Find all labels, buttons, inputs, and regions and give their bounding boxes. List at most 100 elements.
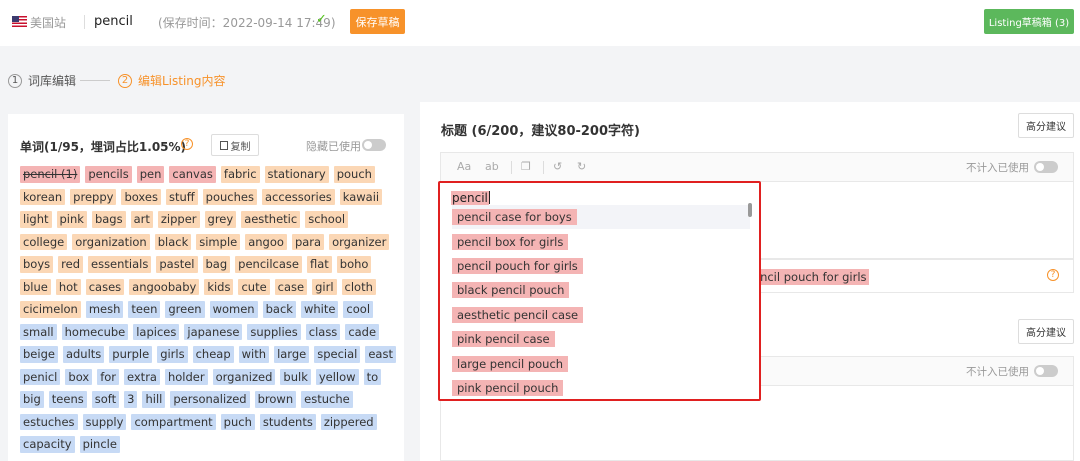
word-tag[interactable]: hill — [142, 391, 166, 408]
word-tag[interactable]: grey — [204, 211, 237, 228]
word-tag[interactable]: cade — [345, 323, 380, 340]
word-tag[interactable]: purple — [109, 346, 153, 363]
word-tag[interactable]: girls — [157, 346, 188, 363]
word-tag[interactable]: stuff — [165, 188, 198, 205]
word-tag[interactable]: supplies — [247, 323, 301, 340]
word-tag[interactable]: pink — [56, 211, 87, 228]
word-tag[interactable]: boho — [336, 256, 372, 273]
word-tag[interactable]: angoo — [245, 233, 287, 250]
word-tag[interactable]: hot — [55, 278, 81, 295]
word-tag[interactable]: beige — [20, 346, 58, 363]
word-tag[interactable]: japanese — [184, 323, 243, 340]
word-tag[interactable]: small — [20, 323, 57, 340]
word-tag[interactable]: compartment — [131, 413, 216, 430]
help-icon[interactable]: ? — [1047, 269, 1059, 281]
word-tag[interactable]: special — [314, 346, 361, 363]
word-tag[interactable]: cloth — [341, 278, 376, 295]
save-draft-button[interactable]: 保存草稿 — [350, 9, 405, 34]
word-tag[interactable]: homecube — [61, 323, 129, 340]
suggestion-item[interactable]: aesthetic pencil case — [452, 303, 750, 327]
word-tag[interactable]: large — [274, 346, 310, 363]
word-tag[interactable]: green — [165, 301, 205, 318]
word-tag[interactable]: fabric — [220, 166, 260, 183]
word-tag[interactable]: pen — [136, 166, 165, 183]
word-tag[interactable]: holder — [164, 368, 208, 385]
word-tag[interactable]: east — [365, 346, 396, 363]
word-tag[interactable]: bags — [91, 211, 126, 228]
uppercase-button[interactable]: Aa — [457, 160, 471, 173]
word-tag[interactable]: teens — [48, 391, 87, 408]
word-tag[interactable]: light — [20, 211, 52, 228]
word-tag[interactable]: aesthetic — [241, 211, 301, 228]
word-tag[interactable]: soft — [91, 391, 120, 408]
suggestion-item[interactable]: pencil pouch for girls — [452, 254, 750, 278]
word-tag[interactable]: pincle — [79, 436, 120, 453]
word-tag[interactable]: flat — [306, 256, 332, 273]
word-tag[interactable]: zippered — [320, 413, 377, 430]
word-tag[interactable]: kids — [204, 278, 234, 295]
marketplace-label[interactable]: 美国站 — [30, 14, 66, 31]
word-tag[interactable]: lapices — [133, 323, 180, 340]
word-tag[interactable]: adults — [62, 346, 105, 363]
suggestion-item[interactable]: pencil case for boys — [452, 205, 750, 230]
redo-icon[interactable]: ↻ — [577, 160, 586, 173]
suggestion-item[interactable]: pink pencil case — [452, 327, 750, 351]
word-tag[interactable]: canvas — [169, 166, 216, 183]
not-count-toggle[interactable] — [1034, 161, 1058, 173]
word-tag[interactable]: with — [238, 346, 270, 363]
copy-icon[interactable]: ❐ — [521, 160, 531, 173]
word-tag[interactable]: pencils — [85, 166, 132, 183]
word-tag[interactable]: box — [65, 368, 93, 385]
word-tag[interactable]: puch — [220, 413, 255, 430]
word-tag[interactable]: supply — [82, 413, 127, 430]
word-tag[interactable]: korean — [20, 188, 66, 205]
word-tag[interactable]: kawaii — [339, 188, 383, 205]
word-tag[interactable]: estuche — [301, 391, 353, 408]
high-score-suggest-button[interactable]: 高分建议 — [1018, 113, 1074, 138]
help-icon[interactable]: ? — [181, 138, 193, 150]
word-tag[interactable]: case — [274, 278, 308, 295]
word-tag[interactable]: big — [20, 391, 44, 408]
typed-text[interactable]: pencil — [451, 191, 490, 205]
word-tag[interactable]: yellow — [315, 368, 359, 385]
word-tag[interactable]: school — [305, 211, 349, 228]
word-tag[interactable]: pencilcase — [235, 256, 302, 273]
word-tag[interactable]: cheap — [192, 346, 234, 363]
word-tag[interactable]: 3 — [124, 391, 138, 408]
word-tag[interactable]: angoobaby — [129, 278, 200, 295]
word-tag[interactable]: capacity — [20, 436, 75, 453]
word-tag[interactable]: accessories — [261, 188, 335, 205]
word-tag[interactable]: art — [130, 211, 153, 228]
not-count-toggle[interactable] — [1034, 365, 1058, 377]
word-tag[interactable]: boys — [20, 256, 54, 273]
word-tag[interactable]: girl — [312, 278, 337, 295]
word-tag[interactable]: organization — [72, 233, 150, 250]
word-tag[interactable]: for — [97, 368, 119, 385]
word-tag[interactable]: pencil (1) — [20, 166, 81, 183]
word-tag[interactable]: mesh — [85, 301, 124, 318]
word-tag[interactable]: cute — [238, 278, 270, 295]
word-tag[interactable]: back — [262, 301, 296, 318]
word-tag[interactable]: cicimelon — [20, 301, 81, 318]
high-score-suggest-button[interactable]: 高分建议 — [1018, 319, 1074, 344]
word-tag[interactable]: teen — [128, 301, 161, 318]
word-tag[interactable]: boxes — [121, 188, 161, 205]
suggestion-text[interactable]: encil pouch for girls — [751, 269, 869, 285]
word-tag[interactable]: white — [300, 301, 339, 318]
copy-button[interactable]: 复制 — [211, 134, 259, 156]
lowercase-button[interactable]: ab — [485, 160, 499, 173]
step-2[interactable]: 2 编辑Listing内容 — [118, 72, 226, 89]
scrollbar[interactable] — [748, 203, 752, 217]
word-tag[interactable]: brown — [254, 391, 297, 408]
word-tag[interactable]: simple — [196, 233, 241, 250]
undo-icon[interactable]: ↺ — [553, 160, 562, 173]
word-tag[interactable]: bulk — [280, 368, 311, 385]
word-tag[interactable]: cases — [85, 278, 125, 295]
step-1[interactable]: 1 词库编辑 — [8, 72, 76, 89]
hide-used-toggle[interactable] — [362, 139, 386, 151]
word-tag[interactable]: red — [58, 256, 83, 273]
word-tag[interactable]: to — [363, 368, 382, 385]
listing-drafts-button[interactable]: Listing草稿箱 (3) — [984, 9, 1074, 34]
word-tag[interactable]: stationary — [264, 166, 329, 183]
word-tag[interactable]: preppy — [70, 188, 117, 205]
